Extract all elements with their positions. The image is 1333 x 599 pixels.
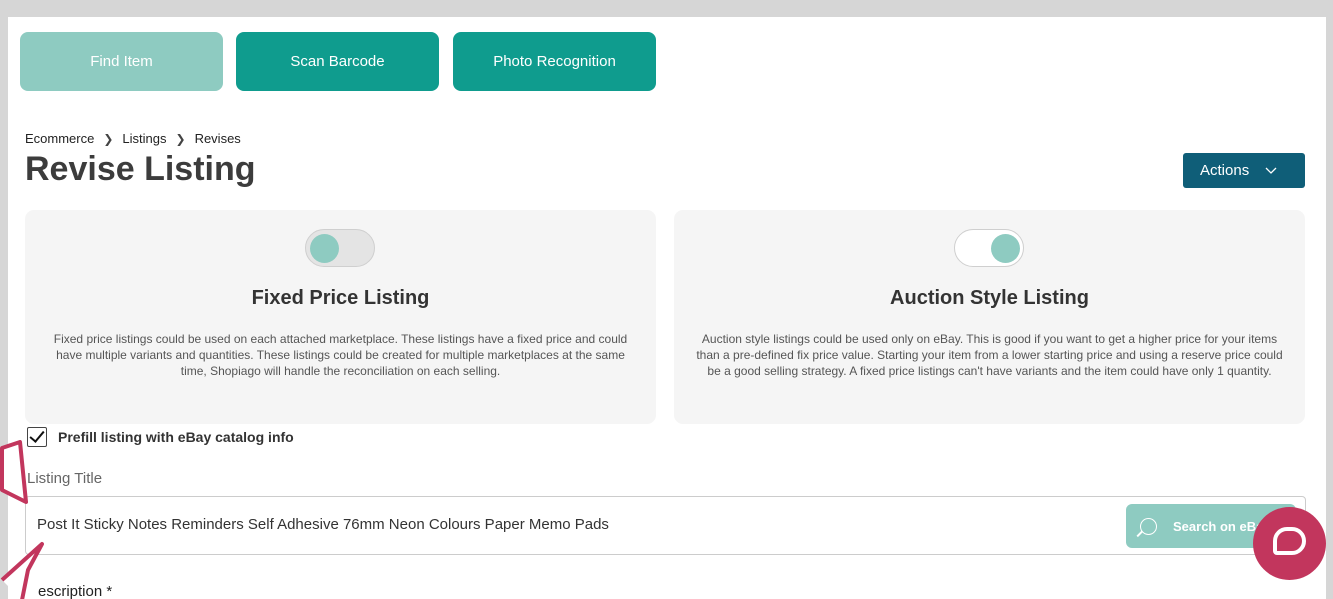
pointer-arrow-icon (0, 440, 28, 504)
search-icon (1140, 517, 1157, 535)
auction-style-description: Auction style listings could be used onl… (696, 332, 1283, 378)
photo-recognition-button[interactable]: Photo Recognition (453, 32, 656, 91)
actions-label: Actions (1200, 162, 1250, 179)
fixed-price-title: Fixed Price Listing (251, 287, 430, 309)
chevron-right-icon: ❯ (103, 131, 114, 146)
page-title: Revise Listing (25, 150, 256, 188)
main-panel: Find Item Scan Barcode Photo Recognition… (8, 17, 1326, 599)
chevron-right-icon: ❯ (175, 131, 186, 146)
breadcrumb-item-ecommerce[interactable]: Ecommerce (25, 131, 94, 146)
prefill-label: Prefill listing with eBay catalog info (58, 429, 294, 445)
listing-title-value: Post It Sticky Notes Reminders Self Adhe… (37, 516, 609, 533)
breadcrumb-item-listings[interactable]: Listings (122, 131, 166, 146)
chat-icon (1273, 527, 1306, 555)
chevron-down-icon (1265, 163, 1277, 178)
breadcrumb-item-revises: Revises (194, 131, 241, 146)
chat-button[interactable] (1253, 507, 1326, 580)
auction-style-toggle[interactable] (954, 229, 1024, 267)
fixed-price-description: Fixed price listings could be used on ea… (53, 332, 628, 378)
fixed-price-toggle[interactable] (305, 229, 375, 267)
toggle-knob (991, 234, 1020, 263)
find-item-button[interactable]: Find Item (20, 32, 223, 91)
fixed-price-card[interactable]: Fixed Price Listing Fixed price listings… (25, 210, 656, 424)
listing-title-input[interactable]: Post It Sticky Notes Reminders Self Adhe… (25, 496, 1306, 555)
toggle-knob (310, 234, 339, 263)
auction-style-title: Auction Style Listing (890, 287, 1089, 309)
actions-dropdown-button[interactable]: Actions (1183, 153, 1305, 188)
breadcrumb: Ecommerce ❯ Listings ❯ Revises (25, 131, 241, 146)
auction-style-card[interactable]: Auction Style Listing Auction style list… (674, 210, 1305, 424)
pointer-arrow-icon (0, 542, 44, 599)
prefill-checkbox-row[interactable]: Prefill listing with eBay catalog info (27, 427, 294, 447)
scan-barcode-button[interactable]: Scan Barcode (236, 32, 439, 91)
